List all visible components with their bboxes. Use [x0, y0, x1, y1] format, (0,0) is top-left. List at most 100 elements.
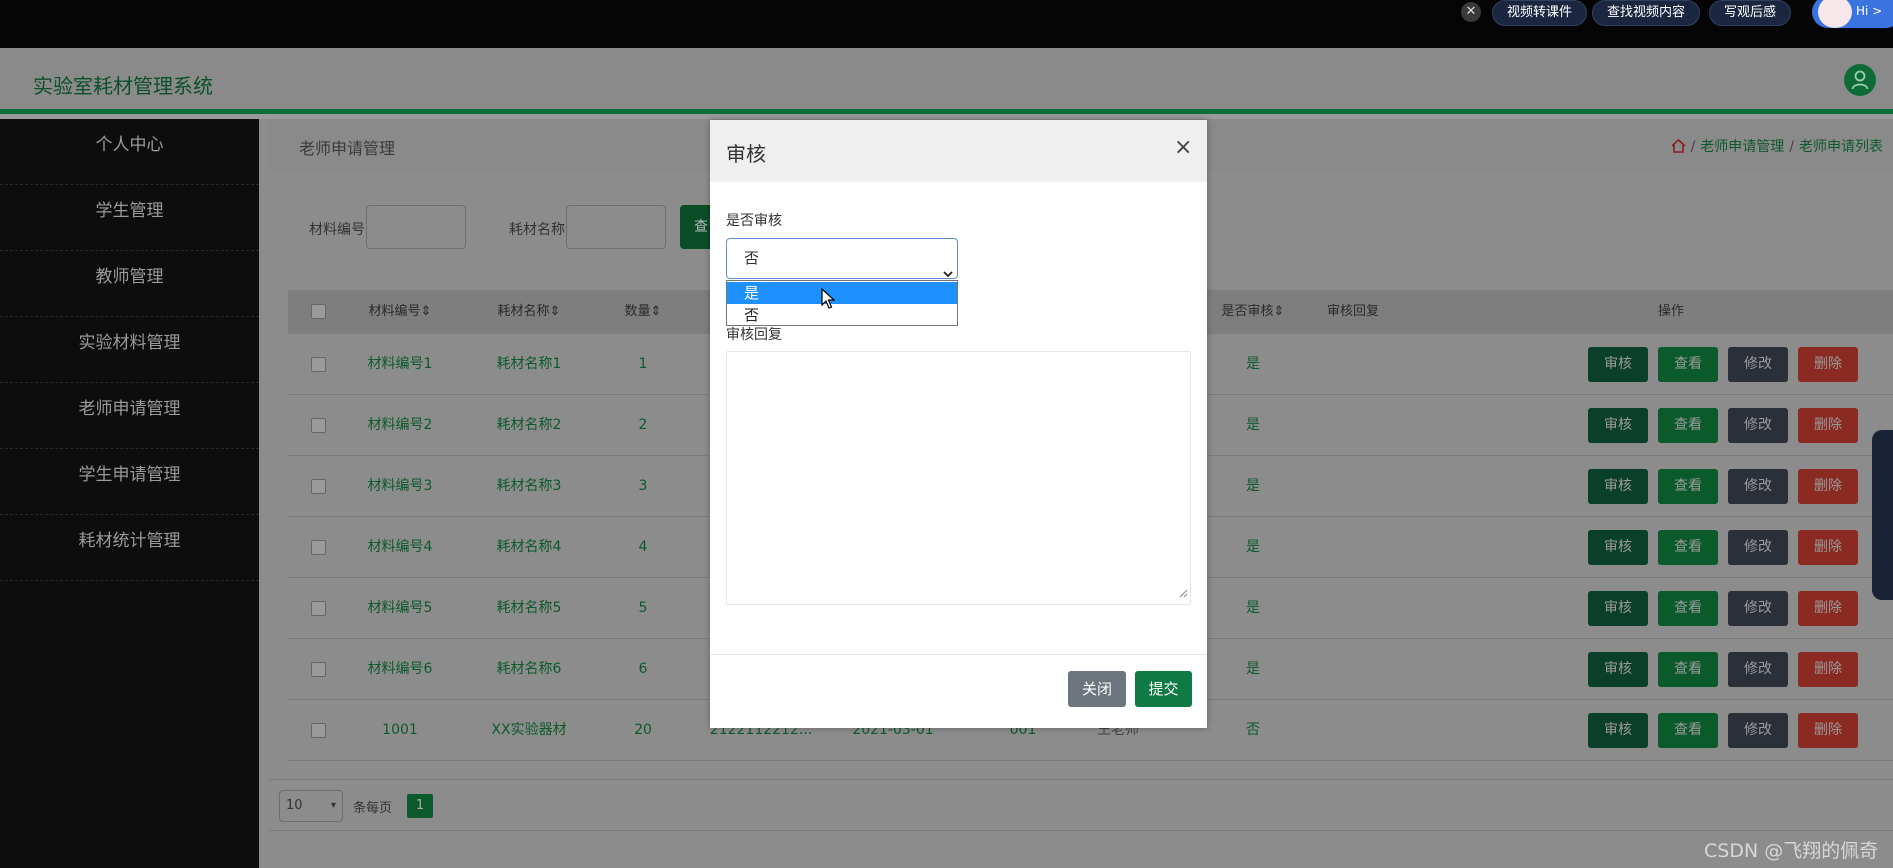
- edit-button[interactable]: 修改: [1728, 713, 1788, 748]
- row-checkbox[interactable]: [311, 601, 326, 616]
- delete-button[interactable]: 删除: [1798, 469, 1858, 504]
- view-button[interactable]: 查看: [1658, 591, 1718, 626]
- cell-code: 材料编号6: [367, 661, 433, 677]
- sidebar-item-student-application[interactable]: 学生申请管理: [0, 449, 259, 515]
- page-number-current[interactable]: 1: [407, 794, 433, 818]
- cell-code: 材料编号1: [367, 356, 433, 372]
- edit-button[interactable]: 修改: [1728, 469, 1788, 504]
- edit-button[interactable]: 修改: [1728, 591, 1788, 626]
- assistant-greeting: Hi >: [1856, 4, 1883, 18]
- sidebar-item-personal-center[interactable]: 个人中心: [0, 119, 259, 185]
- user-avatar-icon[interactable]: [1844, 64, 1876, 96]
- assistant-face-icon: [1818, 0, 1852, 28]
- consumable-name-input[interactable]: [566, 205, 666, 249]
- header-quantity[interactable]: 数量⇕: [618, 290, 668, 334]
- view-button[interactable]: 查看: [1658, 408, 1718, 443]
- page-size-select[interactable]: 10 ▾: [279, 790, 343, 822]
- sort-icon: ⇕: [420, 304, 432, 319]
- sidebar-item-teacher-mgmt[interactable]: 教师管理: [0, 251, 259, 317]
- cell-name: 耗材名称1: [496, 356, 562, 372]
- delete-button[interactable]: 删除: [1798, 530, 1858, 565]
- cell-code: 材料编号2: [367, 417, 433, 433]
- audit-button[interactable]: 审核: [1588, 652, 1648, 687]
- view-button[interactable]: 查看: [1658, 652, 1718, 687]
- edit-button[interactable]: 修改: [1728, 652, 1788, 687]
- close-button[interactable]: 关闭: [1068, 671, 1126, 707]
- view-button[interactable]: 查看: [1658, 469, 1718, 504]
- per-page-label: 条每页: [353, 801, 393, 816]
- audit-status-select[interactable]: 否: [726, 238, 958, 279]
- cell-code: 1001: [382, 722, 418, 738]
- cell-code: 材料编号5: [367, 600, 433, 616]
- audit-reply-textarea[interactable]: [726, 351, 1191, 605]
- row-checkbox[interactable]: [311, 479, 326, 494]
- sidebar-item-material-mgmt[interactable]: 实验材料管理: [0, 317, 259, 383]
- cell-name: 耗材名称5: [496, 600, 562, 616]
- cell-qty: 20: [634, 722, 652, 738]
- row-checkbox[interactable]: [311, 418, 326, 433]
- app-header: 实验室耗材管理系统: [0, 48, 1893, 114]
- row-checkbox[interactable]: [311, 662, 326, 677]
- cell-audited: 是: [1246, 600, 1260, 616]
- browser-topbar: ✕ 视频转课件 查找视频内容 写观后感 Hi >: [0, 0, 1893, 48]
- view-button[interactable]: 查看: [1658, 530, 1718, 565]
- header-consumable-name[interactable]: 耗材名称⇕: [484, 290, 574, 334]
- row-checkbox[interactable]: [311, 357, 326, 372]
- row-checkbox[interactable]: [311, 723, 326, 738]
- view-button[interactable]: 查看: [1658, 347, 1718, 382]
- sidebar-item-teacher-application[interactable]: 老师申请管理: [0, 383, 259, 449]
- video-to-courseware-button[interactable]: 视频转课件: [1492, 0, 1588, 26]
- delete-button[interactable]: 删除: [1798, 408, 1858, 443]
- chevron-down-icon: ▾: [330, 800, 336, 811]
- cell-name: 耗材名称2: [496, 417, 562, 433]
- cell-name: 耗材名称6: [496, 661, 562, 677]
- row-checkbox[interactable]: [311, 540, 326, 555]
- audit-modal: 审核 × 是否审核 否 审核回复 关闭 提交: [710, 120, 1207, 728]
- consumable-name-label: 耗材名称: [509, 222, 565, 238]
- submit-button[interactable]: 提交: [1135, 671, 1192, 707]
- sidebar-item-student-mgmt[interactable]: 学生管理: [0, 185, 259, 251]
- edit-button[interactable]: 修改: [1728, 530, 1788, 565]
- breadcrumb-item[interactable]: 老师申请列表: [1799, 139, 1883, 155]
- cell-audited: 是: [1246, 478, 1260, 494]
- delete-button[interactable]: 删除: [1798, 347, 1858, 382]
- resize-grip-icon[interactable]: [1179, 583, 1188, 602]
- app-title: 实验室耗材管理系统: [33, 74, 213, 98]
- delete-button[interactable]: 删除: [1798, 652, 1858, 687]
- find-video-content-button[interactable]: 查找视频内容: [1592, 0, 1701, 26]
- cell-audited: 是: [1246, 539, 1260, 555]
- header-material-code[interactable]: 材料编号⇕: [360, 290, 440, 334]
- audit-button[interactable]: 审核: [1588, 713, 1648, 748]
- dropdown-option-no[interactable]: 否: [727, 304, 957, 326]
- sidebar-item-consumable-stats[interactable]: 耗材统计管理: [0, 515, 259, 581]
- sort-icon: ⇕: [650, 304, 662, 319]
- section-title: 老师申请管理: [299, 139, 396, 158]
- cell-audited: 是: [1246, 417, 1260, 433]
- view-button[interactable]: 查看: [1658, 713, 1718, 748]
- header-audited[interactable]: 是否审核⇕: [1213, 290, 1293, 334]
- audit-button[interactable]: 审核: [1588, 591, 1648, 626]
- dropdown-option-yes[interactable]: 是: [727, 282, 957, 304]
- cell-qty: 3: [638, 478, 648, 494]
- audit-button[interactable]: 审核: [1588, 408, 1648, 443]
- audit-button[interactable]: 审核: [1588, 347, 1648, 382]
- material-code-input[interactable]: [366, 205, 466, 249]
- cell-qty: 2: [638, 417, 648, 433]
- edit-button[interactable]: 修改: [1728, 347, 1788, 382]
- delete-button[interactable]: 删除: [1798, 591, 1858, 626]
- topbar-close-icon[interactable]: ✕: [1461, 2, 1481, 22]
- assistant-avatar-button[interactable]: Hi >: [1812, 0, 1893, 28]
- cell-name: 耗材名称3: [496, 478, 562, 494]
- close-icon[interactable]: ×: [1174, 136, 1192, 160]
- breadcrumb-item[interactable]: 老师申请管理: [1700, 139, 1784, 155]
- home-icon[interactable]: [1671, 138, 1686, 157]
- select-all-checkbox[interactable]: [311, 304, 326, 319]
- delete-button[interactable]: 删除: [1798, 713, 1858, 748]
- audit-button[interactable]: 审核: [1588, 469, 1648, 504]
- audit-status-label: 是否审核: [726, 213, 782, 229]
- edit-button[interactable]: 修改: [1728, 408, 1788, 443]
- watermark: CSDN @飞翔的佩奇: [1704, 840, 1879, 862]
- floating-side-toolbar[interactable]: [1872, 430, 1893, 600]
- audit-button[interactable]: 审核: [1588, 530, 1648, 565]
- write-review-button[interactable]: 写观后感: [1709, 0, 1792, 26]
